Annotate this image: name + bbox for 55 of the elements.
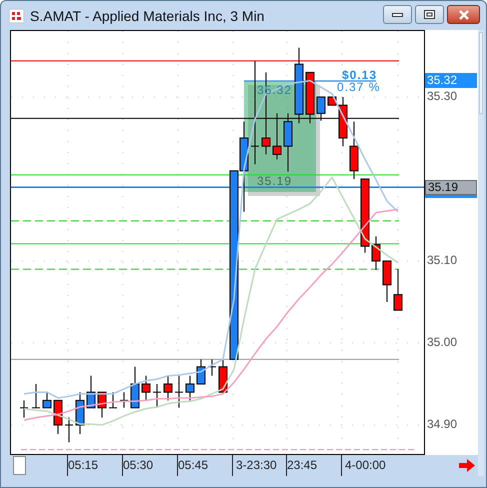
candlestick [120,392,128,408]
candlestick [32,384,40,408]
time-label: 05:15 [68,458,98,472]
time-label: 23:45 [287,458,318,472]
time-label: 3-23:30 [236,458,277,472]
last-price-marker: 35.19 [425,180,477,195]
app-icon [9,8,24,22]
scrollbar-thumb[interactable] [479,32,483,114]
candlestick [196,358,206,384]
price-label: 34.90 [426,417,458,432]
candlestick [394,268,402,311]
candlestick [42,392,52,408]
candlestick [328,96,336,106]
candlestick [218,358,228,393]
candlestick [164,375,172,401]
close-button[interactable] [447,5,480,24]
candlestick [208,358,216,376]
candlestick [64,417,74,443]
price-label: 35.10 [426,253,458,268]
scroll-box[interactable] [13,456,26,475]
price-label: 35.30 [426,89,458,104]
candlestick [54,400,62,435]
candlestick [174,375,184,408]
candlestick [316,96,326,122]
price-marker: 35.32 [425,73,477,88]
candlestick [152,384,162,408]
percent-text: 0.37 % [337,80,380,94]
candlestick [382,260,392,302]
candlestick [142,375,150,401]
arrow-right-icon[interactable] [459,459,475,472]
window-title: S.AMAT - Applied Materials Inc, 3 Min [30,8,266,24]
candlestick [130,366,140,408]
candlestick [338,96,348,147]
candlestick [186,375,194,401]
candlestick [372,236,380,271]
minimize-icon [392,12,403,16]
time-label: 4-00:00 [345,458,386,472]
candlestick [76,392,84,435]
price-text: 35.19 [257,174,292,188]
candlestick [350,121,358,180]
maximize-icon [424,10,435,19]
candlestick [20,400,28,418]
price-label: 35.00 [426,335,458,350]
time-label: 05:45 [178,458,208,472]
change-text: $0.13 [342,68,378,82]
maximize-button[interactable] [415,5,444,24]
candlestick [272,112,282,160]
minimize-button[interactable] [383,5,412,24]
candlestick [98,392,106,418]
candlestick [108,392,118,408]
candlestick [284,112,292,172]
candlestick [306,72,314,124]
time-label: 05:30 [123,458,154,472]
close-icon [458,10,470,20]
candlestick [86,375,96,408]
